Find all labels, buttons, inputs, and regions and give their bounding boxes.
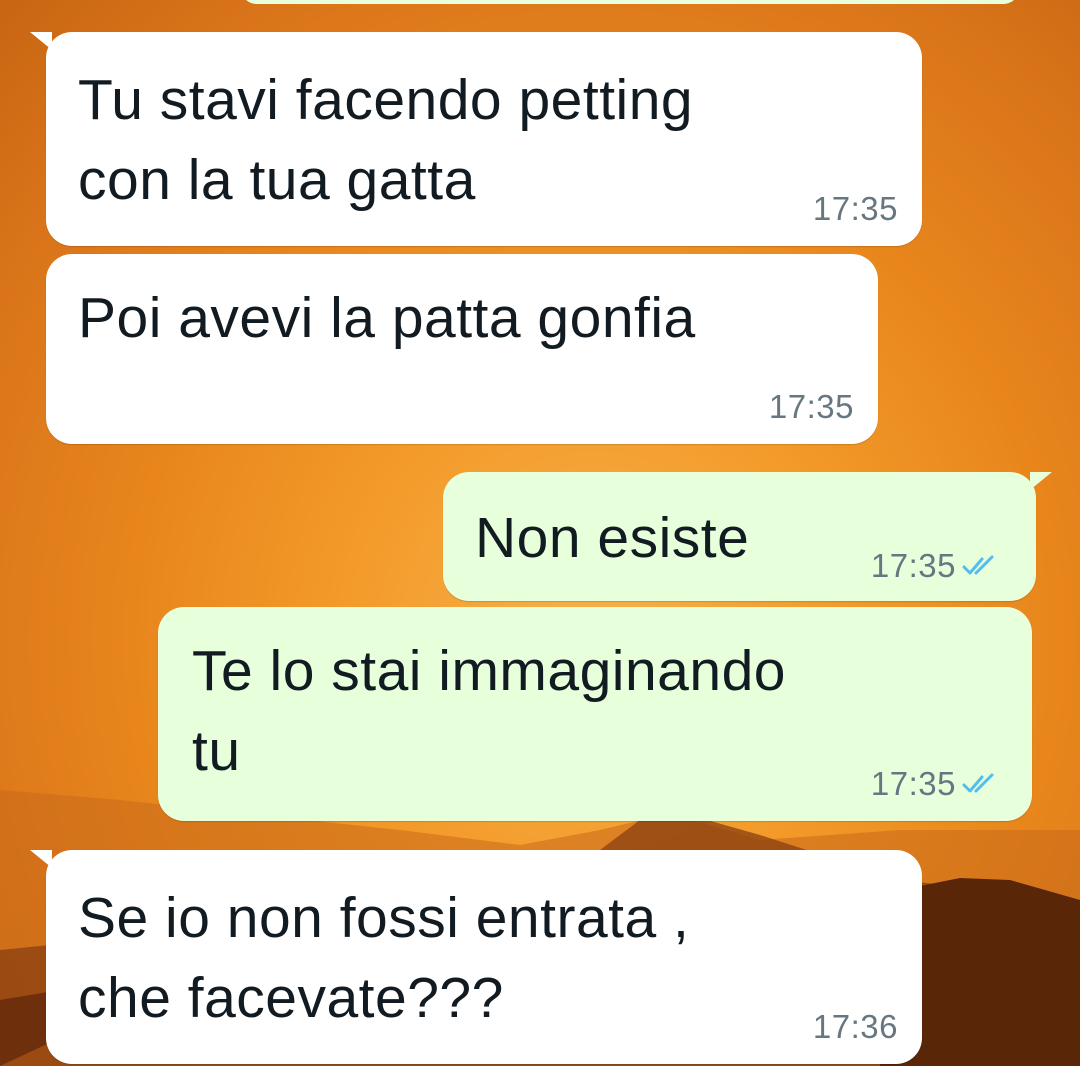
message-meta: 17:36 (813, 1008, 898, 1046)
message-timestamp: 17:35 (768, 388, 854, 425)
message-timestamp: 17:35 (870, 547, 956, 584)
double-check-icon (962, 555, 994, 575)
bubble-tail (1030, 472, 1052, 490)
message-meta: 17:35 (769, 388, 854, 426)
outgoing-message-bubble[interactable]: Non esiste 17:35 (443, 472, 1052, 601)
message-text: Tu stavi facendo petting con la tua gatt… (78, 68, 694, 212)
message-text: Se io non fossi entrata , che facevate??… (78, 886, 690, 1030)
message-text: Poi avevi la patta gonfia (78, 286, 696, 350)
previous-message-bubble[interactable] (240, 0, 1020, 4)
bubble-tail (30, 850, 52, 868)
message-timestamp: 17:35 (812, 190, 898, 227)
message-meta: 17:35 (871, 765, 1000, 803)
outgoing-message-bubble[interactable]: Te lo stai immaginando tu 17:35 (158, 607, 1032, 821)
incoming-message-bubble[interactable]: Poi avevi la patta gonfia 17:35 (46, 254, 878, 444)
message-meta: 17:35 (871, 547, 1000, 585)
message-meta: 17:35 (813, 190, 898, 228)
message-text: Non esiste (475, 506, 750, 570)
double-check-icon (962, 773, 994, 793)
incoming-message-bubble[interactable]: Se io non fossi entrata , che facevate??… (30, 850, 922, 1064)
bubble-tail (30, 32, 52, 50)
incoming-message-bubble[interactable]: Tu stavi facendo petting con la tua gatt… (30, 32, 922, 246)
message-timestamp: 17:35 (870, 765, 956, 802)
message-timestamp: 17:36 (812, 1008, 898, 1045)
